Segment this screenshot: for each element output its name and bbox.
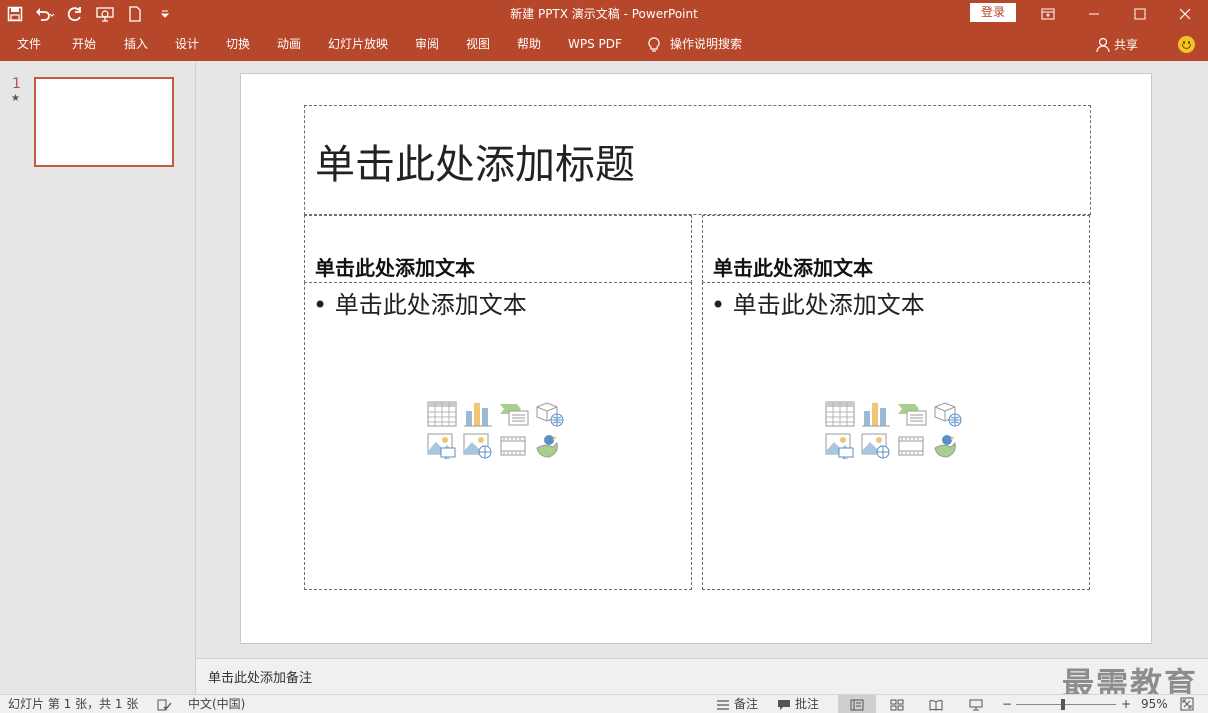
person-icon [1096,37,1110,52]
zoom-slider-track[interactable] [1016,704,1116,705]
tab-review[interactable]: 审阅 [415,28,439,61]
zoom-slider-thumb[interactable] [1061,699,1065,710]
minimize-icon[interactable] [1071,0,1117,28]
title-placeholder[interactable]: 单击此处添加标题 [304,105,1091,215]
right-heading-text: 单击此处添加文本 [713,256,873,280]
spell-check-icon[interactable] [156,696,172,713]
ribbon-tabs: 文件 开始 插入 设计 切换 动画 幻灯片放映 审阅 视图 帮助 WPS PDF… [0,28,1208,61]
insert-table-icon[interactable] [427,401,457,427]
new-file-icon[interactable] [120,0,150,28]
insert-table-icon[interactable] [825,401,855,427]
fit-to-window-icon[interactable] [1180,696,1194,713]
tab-view[interactable]: 视图 [466,28,490,61]
slide-sorter-button[interactable] [878,695,916,713]
left-insert-icons [427,401,567,459]
share-button[interactable]: 共享 [1096,28,1138,61]
zoom-in-button[interactable]: + [1121,696,1131,713]
notes-icon [717,700,729,710]
login-button[interactable]: 登录 [970,3,1016,22]
right-heading-placeholder[interactable]: 单击此处添加文本 [702,215,1090,283]
insert-icons-icon[interactable] [933,433,963,459]
comments-toggle-label: 批注 [795,697,820,711]
insert-icons-icon[interactable] [535,433,565,459]
insert-smartart-icon[interactable] [897,401,927,427]
comment-icon [778,700,790,710]
slideshow-view-button[interactable] [957,695,995,713]
insert-video-icon[interactable] [897,433,927,459]
reading-view-icon [929,699,943,711]
customize-qat-icon[interactable] [150,0,180,28]
tell-me-search[interactable]: 操作说明搜索 [648,28,742,61]
tab-home[interactable]: 开始 [72,28,96,61]
slide-thumbnail[interactable] [34,77,174,167]
tab-animations[interactable]: 动画 [277,28,301,61]
tab-help[interactable]: 帮助 [517,28,541,61]
animation-star-icon: ★ [11,93,20,104]
quick-access-toolbar [0,0,180,28]
insert-3d-model-icon[interactable] [933,401,963,427]
maximize-icon[interactable] [1117,0,1163,28]
status-bar: 幻灯片 第 1 张，共 1 张 中文(中国) 备注 批注 − + 95% [0,694,1208,713]
zoom-out-button[interactable]: − [1002,696,1012,713]
insert-chart-icon[interactable] [463,401,493,427]
left-content-placeholder[interactable]: • 单击此处添加文本 [304,282,692,590]
language-status[interactable]: 中文(中国) [188,696,245,713]
comments-toggle-button[interactable]: 批注 [777,696,819,713]
insert-online-picture-icon[interactable] [861,433,891,459]
tab-wps-pdf[interactable]: WPS PDF [568,28,622,61]
right-body-text: • 单击此处添加文本 [711,291,925,319]
slide-number: 1 [12,76,21,92]
slide-sorter-icon [890,699,904,710]
tell-me-label: 操作说明搜索 [670,37,743,51]
zoom-level[interactable]: 95% [1141,696,1168,713]
title-bar: 新建 PPTX 演示文稿 - PowerPoint 登录 [0,0,1208,28]
tab-slideshow[interactable]: 幻灯片放映 [328,28,388,61]
slide-count-status: 幻灯片 第 1 张，共 1 张 [8,697,139,711]
tab-file[interactable]: 文件 [17,28,41,61]
save-icon[interactable] [0,0,30,28]
insert-online-picture-icon[interactable] [463,433,493,459]
left-body-text: • 单击此处添加文本 [313,291,527,319]
insert-chart-icon[interactable] [861,401,891,427]
reading-view-button[interactable] [917,695,955,713]
left-heading-placeholder[interactable]: 单击此处添加文本 [304,215,692,283]
normal-view-button[interactable] [838,695,876,713]
insert-picture-icon[interactable] [427,433,457,459]
tab-insert[interactable]: 插入 [124,28,148,61]
notes-pane[interactable]: 单击此处添加备注 最需教育 [196,658,1208,703]
ribbon-display-options-icon[interactable] [1025,0,1071,28]
tab-design[interactable]: 设计 [175,28,199,61]
redo-icon[interactable] [60,0,90,28]
notes-placeholder: 单击此处添加备注 [208,671,313,686]
title-placeholder-text: 单击此处添加标题 [315,142,635,188]
right-content-placeholder[interactable]: • 单击此处添加文本 [702,282,1090,590]
slide-thumbnail-pane: 1 ★ [0,61,196,694]
lightbulb-icon [648,36,660,52]
tab-transitions[interactable]: 切换 [226,28,250,61]
slide-canvas: 单击此处添加标题 单击此处添加文本 单击此处添加文本 • 单击此处添加文本 • … [240,73,1152,644]
insert-picture-icon[interactable] [825,433,855,459]
right-insert-icons [825,401,965,459]
notes-toggle-label: 备注 [734,697,759,711]
slideshow-icon [969,699,983,710]
feedback-smiley-icon[interactable] [1178,36,1195,53]
normal-view-icon [850,699,864,710]
present-from-start-icon[interactable] [90,0,120,28]
insert-smartart-icon[interactable] [499,401,529,427]
left-heading-text: 单击此处添加文本 [315,256,475,280]
close-icon[interactable] [1162,0,1208,28]
insert-3d-model-icon[interactable] [535,401,565,427]
notes-toggle-button[interactable]: 备注 [716,696,758,713]
undo-icon[interactable] [30,0,60,28]
share-label: 共享 [1114,38,1139,52]
insert-video-icon[interactable] [499,433,529,459]
